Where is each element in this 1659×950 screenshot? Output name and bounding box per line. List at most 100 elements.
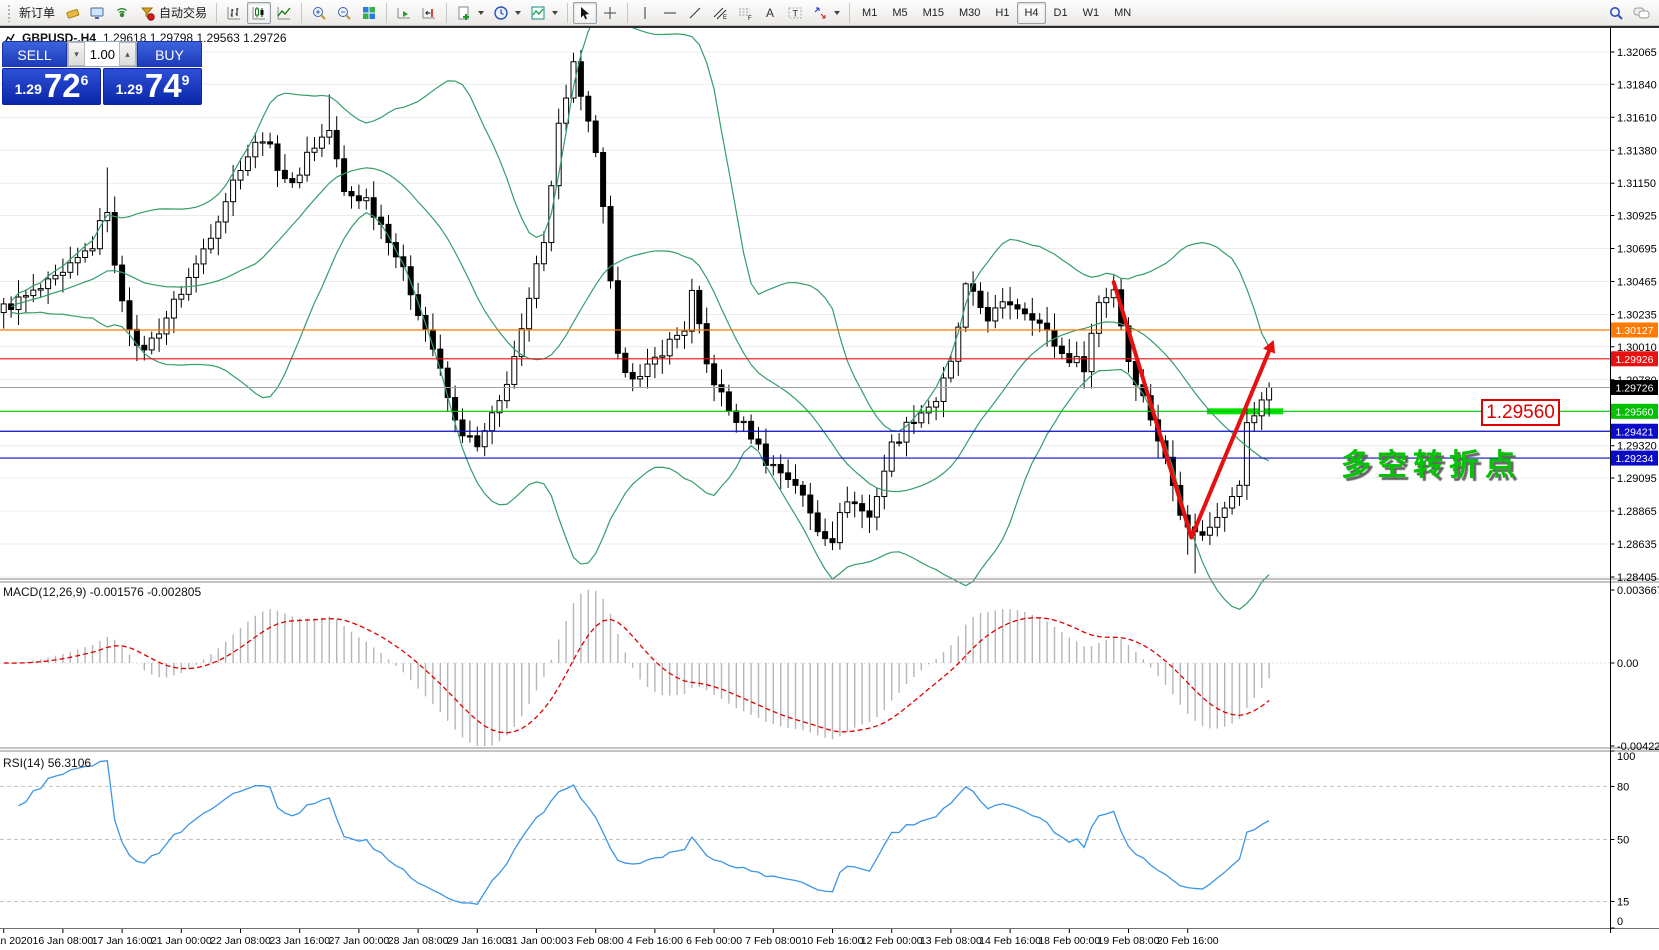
cursor-tool-button[interactable] — [573, 2, 597, 24]
svg-text:1.29234: 1.29234 — [1616, 453, 1654, 465]
toolbar-grip[interactable] — [7, 4, 11, 22]
timeframe-h1-button[interactable]: H1 — [988, 2, 1016, 24]
svg-text:1.29421: 1.29421 — [1616, 426, 1654, 438]
indicators-button[interactable] — [526, 2, 562, 24]
history-center-icon[interactable] — [60, 2, 84, 24]
svg-text:15: 15 — [1617, 896, 1629, 908]
svg-text:29 Jan 16:00: 29 Jan 16:00 — [447, 935, 508, 947]
svg-text:18 Feb 00:00: 18 Feb 00:00 — [1038, 935, 1100, 947]
timeframe-m5-button[interactable]: M5 — [885, 2, 914, 24]
timeframe-mn-button[interactable]: MN — [1107, 2, 1138, 24]
sell-price-sup: 6 — [81, 72, 89, 88]
text-label-tool-button[interactable]: T — [783, 2, 807, 24]
svg-text:28 Jan 08:00: 28 Jan 08:00 — [388, 935, 449, 947]
mt4-window: 新订单 自动交易 — [0, 0, 1659, 950]
svg-text:10 Feb 16:00: 10 Feb 16:00 — [802, 935, 864, 947]
svg-text:27 Jan 00:00: 27 Jan 00:00 — [329, 935, 390, 947]
svg-text:21 Jan 00:00: 21 Jan 00:00 — [151, 935, 212, 947]
timeframe-w1-button[interactable]: W1 — [1076, 2, 1107, 24]
svg-text:4 Feb 16:00: 4 Feb 16:00 — [627, 935, 683, 947]
svg-text:17 Jan 16:00: 17 Jan 16:00 — [92, 935, 153, 947]
rsi-indicator-label: RSI(14) 56.3106 — [3, 756, 91, 770]
fibonacci-tool-button[interactable]: F — [733, 2, 757, 24]
svg-text:1.30695: 1.30695 — [1617, 244, 1657, 256]
sell-button[interactable]: SELL — [2, 41, 67, 67]
auto-scroll-button[interactable] — [392, 2, 416, 24]
chart-window[interactable]: 1.320651.318401.316101.313801.311501.309… — [0, 28, 1659, 950]
turning-point-note: 多空转折点 — [1341, 440, 1521, 484]
toolbar-separator — [216, 3, 217, 23]
svg-text:19 Feb 08:00: 19 Feb 08:00 — [1098, 935, 1160, 947]
svg-text:12 Feb 00:00: 12 Feb 00:00 — [861, 935, 923, 947]
svg-text:0.00: 0.00 — [1617, 658, 1638, 670]
timeframe-m30-button[interactable]: M30 — [952, 2, 987, 24]
toolbar-separator — [301, 3, 302, 23]
svg-text:1.28635: 1.28635 — [1617, 539, 1657, 551]
ohlc-bars-chart-button[interactable] — [222, 2, 246, 24]
chat-icon[interactable] — [1629, 2, 1655, 24]
svg-text:1.29095: 1.29095 — [1617, 473, 1657, 485]
crosshair-tool-button[interactable] — [598, 2, 622, 24]
chevron-down-icon — [552, 11, 558, 15]
period-button[interactable] — [489, 2, 525, 24]
svg-text:A: A — [766, 6, 774, 20]
svg-text:F: F — [748, 16, 752, 21]
buy-button[interactable]: BUY — [137, 41, 202, 67]
volume-value[interactable]: 1.00 — [85, 42, 119, 66]
candlestick-chart-button[interactable] — [247, 2, 271, 24]
volume-increase-button[interactable]: ▴ — [119, 42, 136, 66]
svg-text:1.31610: 1.31610 — [1617, 112, 1657, 124]
new-chart-button[interactable] — [452, 2, 488, 24]
auto-trading-label: 自动交易 — [159, 4, 207, 21]
terminal-icon[interactable] — [85, 2, 109, 24]
arrows-tool-button[interactable] — [808, 2, 844, 24]
svg-text:1.31840: 1.31840 — [1617, 79, 1657, 91]
sell-price-big: 72 — [44, 71, 81, 101]
svg-text:80: 80 — [1617, 781, 1629, 793]
signals-icon[interactable] — [110, 2, 134, 24]
svg-text:6 Feb 00:00: 6 Feb 00:00 — [686, 935, 742, 947]
svg-text:1.30465: 1.30465 — [1617, 277, 1657, 289]
vertical-line-tool-button[interactable] — [633, 2, 657, 24]
equidistant-channel-tool-button[interactable]: E — [708, 2, 732, 24]
chevron-down-icon — [478, 11, 484, 15]
svg-text:31 Jan 00:00: 31 Jan 00:00 — [506, 935, 567, 947]
one-click-trading-panel: SELL ▾ 1.00 ▴ BUY 1.29 72 6 1.29 74 9 — [2, 41, 202, 105]
svg-text:1.30127: 1.30127 — [1616, 325, 1654, 337]
svg-text:1.30235: 1.30235 — [1617, 309, 1657, 321]
svg-text:1.28405: 1.28405 — [1617, 572, 1657, 584]
chevron-down-icon — [834, 11, 840, 15]
timeframe-h4-button[interactable]: H4 — [1017, 2, 1045, 24]
svg-text:23 Jan 16:00: 23 Jan 16:00 — [269, 935, 330, 947]
svg-text:1.29926: 1.29926 — [1616, 354, 1654, 366]
horizontal-line-tool-button[interactable] — [658, 2, 682, 24]
sell-price-box[interactable]: 1.29 72 6 — [2, 68, 101, 105]
chevron-down-icon — [515, 11, 521, 15]
tile-windows-button[interactable] — [357, 2, 381, 24]
window-divider — [0, 26, 1659, 28]
support-price-box[interactable]: 1.29560 — [1481, 399, 1560, 426]
line-chart-button[interactable] — [272, 2, 296, 24]
buy-price-box[interactable]: 1.29 74 9 — [103, 68, 202, 105]
auto-trading-button[interactable]: 自动交易 — [135, 2, 211, 24]
timeframe-m15-button[interactable]: M15 — [916, 2, 951, 24]
sell-price-prefix: 1.29 — [15, 81, 42, 97]
toolbar-separator — [849, 3, 850, 23]
buy-price-sup: 9 — [182, 72, 190, 88]
price-chart[interactable]: 1.320651.318401.316101.313801.311501.309… — [0, 28, 1659, 950]
svg-text:7 Feb 08:00: 7 Feb 08:00 — [745, 935, 801, 947]
timeframe-m1-button[interactable]: M1 — [855, 2, 884, 24]
chart-shift-button[interactable] — [417, 2, 441, 24]
svg-text:1.32065: 1.32065 — [1617, 47, 1657, 59]
text-tool-button[interactable]: A — [758, 2, 782, 24]
svg-text:15 Jan 2020: 15 Jan 2020 — [0, 935, 33, 947]
trendline-tool-button[interactable] — [683, 2, 707, 24]
volume-decrease-button[interactable]: ▾ — [68, 42, 85, 66]
timeframe-d1-button[interactable]: D1 — [1047, 2, 1075, 24]
zoom-in-button[interactable] — [307, 2, 331, 24]
toolbar-separator — [446, 3, 447, 23]
new-order-button[interactable]: 新订单 — [15, 2, 59, 24]
svg-text:50: 50 — [1617, 835, 1629, 847]
search-icon[interactable] — [1604, 2, 1628, 24]
zoom-out-button[interactable] — [332, 2, 356, 24]
